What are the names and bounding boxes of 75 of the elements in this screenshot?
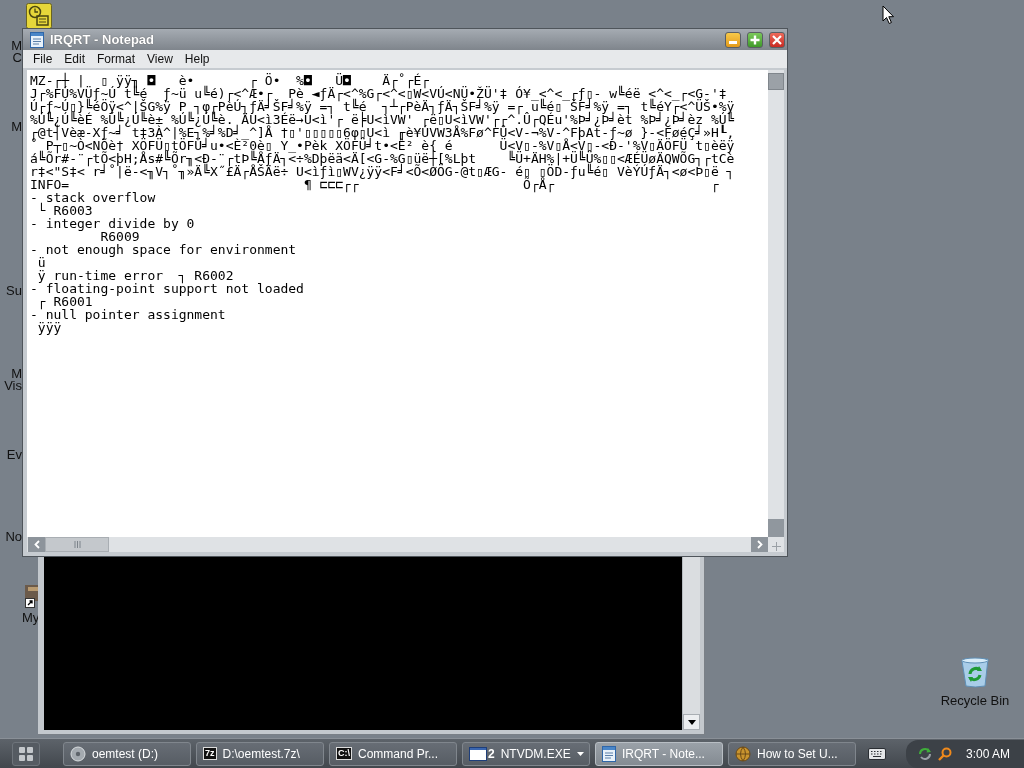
icon-label[interactable]: Ev (0, 449, 22, 461)
icon-label[interactable]: M (0, 121, 22, 133)
grip-icon (73, 541, 81, 548)
text-line: - not enough space for environment (30, 243, 297, 256)
window-icon (469, 746, 487, 761)
notepad-icon[interactable] (30, 31, 44, 48)
app-logo: C:\ (336, 747, 352, 760)
plus-icon (750, 34, 760, 45)
chevron-left-icon (33, 540, 40, 549)
vertical-scrollbar[interactable] (682, 557, 700, 730)
text-line: J┌%FÚ%VÜƒ~Ú t╚é ƒ~ü u╚é)┌<^Æ•┌ Pè ◄ƒÄ┌<^%G┌<^<▯W<VÚ<NÜ•ŽÜ'‡ Ó¥_<^<_┌ƒ▯- w╚éë <^<_┌<G-'‡ (30, 87, 727, 100)
chevron-right-icon (756, 540, 763, 549)
scrollbar-thumb[interactable] (45, 537, 109, 552)
app-logo: 7z (203, 747, 217, 760)
scroll-right-button[interactable] (751, 537, 768, 552)
icon-label[interactable]: No (0, 531, 22, 543)
window-title: IRQRT - Notepad (50, 32, 154, 47)
text-line: ü (36, 256, 46, 269)
menu-item[interactable]: Edit (58, 50, 92, 68)
icon-label[interactable]: My (22, 612, 38, 624)
text-line: Ú┌ƒ~Ú▯}╚éÖÿ<^|ŠG%ÿ P ┐φ┌PèÚ┐ƒÄ╛ŠF╛%ÿ =┐ t╚é ┐┴┌PèÄ┐ƒÄ┐ŠF╛%ÿ =┌ u╚é▯ ŠF╛%ÿ =┐ t╚éY┌<^ÜŠ•%ÿ (30, 100, 735, 113)
shortcut-icon[interactable] (22, 583, 38, 608)
taskbar-button[interactable]: oemtest (D:) (63, 741, 191, 766)
icon-label[interactable]: Recycle Bin (928, 693, 1022, 708)
clock-document-icon[interactable] (26, 3, 52, 29)
text-line: MZ-┌┼ | ▯ ÿÿ╖ ◘ è• ┌ Ö• %◘ Ü◘ Ä┌˚┌É┌ (30, 74, 430, 87)
text-line: └ R6003 (36, 204, 93, 217)
cursor-icon (882, 5, 895, 25)
grid-icon (19, 746, 33, 761)
text-line: - null pointer assignment (30, 308, 226, 321)
group-count: 2 (488, 746, 495, 761)
caret-icon (576, 751, 584, 756)
text-line: r‡<"S‡< r╛˚|ë-<╖V┐˚╖»Ä╚X˝£Ä┌ÅŠÄë÷ U<ìƒì▯WV¿ÿÿ<F╛<Õ<ØÖG-@t▯ÆG- é▯ ▯ÖD-ƒu╚é▯ VèÝÚƒÄ┐<ø<Þ▯ë ┐ (30, 165, 735, 178)
minimize-button[interactable] (725, 31, 741, 48)
scroll-left-button[interactable] (28, 537, 45, 552)
close-button[interactable] (769, 31, 785, 48)
text-line: ┌@t┤Vèæ-Xƒ~╛ t‡3À^|%E┐%╛%D╛_^]Å †▯'▯▯▯▯▯6φ▯U<ì ╓è¥ÚVW3Å%Fø^FÛ<V-¬%V-^FþAt-ƒ~ø }-<FøéÇ╛»H┖, (30, 126, 735, 139)
text-line: ┌ R6001 (36, 295, 93, 308)
close-icon (772, 34, 782, 45)
start-button[interactable] (12, 741, 40, 766)
menu-item[interactable]: View (141, 50, 179, 68)
scroll-down-button[interactable] (683, 714, 700, 730)
menu-item[interactable]: File (27, 50, 59, 68)
vertical-scrollbar[interactable] (768, 70, 784, 537)
scrollbar-thumb[interactable] (768, 73, 784, 90)
taskbar-button[interactable]: 7z D:\oemtest.7z\ (196, 741, 324, 766)
resize-grip-icon[interactable] (771, 542, 781, 551)
keyboard-icon[interactable] (868, 747, 886, 760)
refresh-icon[interactable] (917, 746, 932, 761)
text-line: - integer divide by 0 (30, 217, 195, 230)
icon-label[interactable]: Su (0, 285, 22, 297)
text-line: - floating-point support not loaded (30, 282, 304, 295)
globe-icon (735, 745, 751, 762)
search-icon[interactable] (937, 746, 952, 761)
caret-down-icon (687, 719, 696, 725)
taskbar-button[interactable]: IRQRT - Note... (595, 741, 723, 766)
text-line: ÿ run-time error ┐ R6002 (36, 269, 234, 282)
text-line: R6009 (100, 230, 140, 243)
disc-icon (70, 745, 86, 762)
menu-item[interactable]: Help (178, 50, 216, 68)
maximize-button[interactable] (747, 31, 763, 48)
notepad-icon (602, 745, 616, 762)
taskbar-button[interactable]: C:\ Command Pr... (329, 741, 457, 766)
menu-item[interactable]: Format (91, 50, 142, 68)
text-line: - stack overflow (30, 191, 156, 204)
text-line: á╚Õr#-¨┌tÕ<þH;Ås#╚Õr╖<Ð-¨┌tÞ╚ÅƒÄ┐<÷%Dþëä<Ä[<G-%G▯üë┼[%Lþt ╚Ü+ÄH%|+Ü╚Ü%▯▯<ÆÉÜøÄQWÕG┐┌tCè (30, 152, 735, 165)
clock[interactable]: 3:00 AM (965, 746, 1010, 761)
icon-label[interactable]: M Vis (0, 368, 22, 392)
recycle-bin-icon[interactable] (959, 656, 991, 688)
taskbar-button[interactable]: How to Set U... (728, 741, 856, 766)
minimize-icon (729, 41, 737, 44)
icon-label[interactable]: M C (0, 40, 22, 64)
horizontal-scrollbar[interactable] (27, 537, 768, 552)
text-line: ÿÿÿ (36, 321, 62, 334)
taskbar-button[interactable]: 2 NTVDM.EXE (462, 741, 590, 766)
